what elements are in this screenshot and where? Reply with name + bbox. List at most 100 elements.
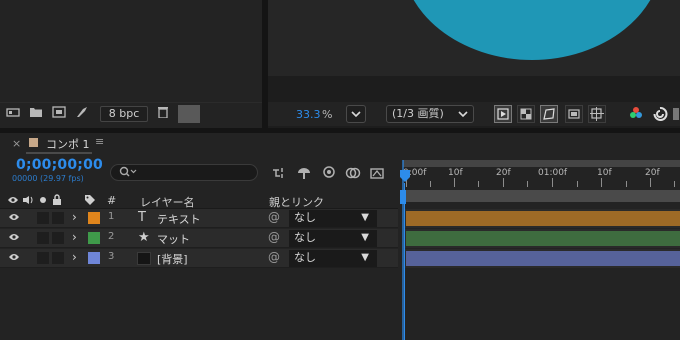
expand-chevron-icon[interactable]: › xyxy=(72,250,77,264)
playhead-handle-icon[interactable] xyxy=(399,169,411,183)
close-tab-icon[interactable]: × xyxy=(12,137,21,150)
layer-number: 3 xyxy=(108,251,115,262)
ruler-tick xyxy=(552,178,553,187)
color-channels-icon[interactable] xyxy=(628,105,644,123)
playhead-line[interactable] xyxy=(404,183,405,340)
color-swatch[interactable] xyxy=(178,105,200,123)
parent-value: なし xyxy=(294,211,316,224)
resolution-dropdown[interactable]: (1/3 画質) xyxy=(386,105,474,123)
eye-icon[interactable] xyxy=(8,211,20,223)
layer-number: 2 xyxy=(108,231,115,242)
project-settings-icon[interactable] xyxy=(75,106,89,118)
expand-chevron-icon[interactable]: › xyxy=(72,210,77,224)
draft-3d-icon[interactable] xyxy=(296,165,312,181)
label-tag-icon[interactable] xyxy=(84,194,96,206)
resolution-label: (1/3 画質) xyxy=(392,107,444,120)
current-timecode[interactable]: 0;00;00;00 xyxy=(16,157,103,173)
active-tab-underline xyxy=(26,152,92,154)
ruler-tick xyxy=(454,178,455,187)
ruler-tick xyxy=(674,181,675,187)
parent-dropdown[interactable]: なし ▼ xyxy=(289,210,377,227)
layer-label-color[interactable] xyxy=(88,232,100,244)
mask-visibility-icon[interactable] xyxy=(540,105,558,123)
layer-duration-bar[interactable] xyxy=(406,211,680,226)
ruler-tick xyxy=(430,181,431,187)
pick-whip-icon[interactable]: @ xyxy=(268,230,280,244)
grid-guides-icon[interactable] xyxy=(588,105,606,123)
lock-icon[interactable] xyxy=(52,194,62,206)
layer-label-color[interactable] xyxy=(88,212,100,224)
fast-preview-icon[interactable] xyxy=(494,105,512,123)
chevron-down-icon xyxy=(351,111,361,118)
chevron-down-icon: ▼ xyxy=(361,212,369,223)
audio-icon[interactable] xyxy=(22,195,34,205)
layer-label-color[interactable] xyxy=(88,252,100,264)
ruler-tick xyxy=(650,178,651,187)
ruler-tick xyxy=(577,181,578,187)
chevron-down-icon: ▼ xyxy=(361,252,369,263)
zoom-dropdown[interactable] xyxy=(346,105,366,123)
layer-duration-bar[interactable] xyxy=(406,251,680,266)
new-composition-icon[interactable] xyxy=(52,106,66,118)
bit-depth-button[interactable]: 8 bpc xyxy=(100,106,148,122)
reset-exposure-icon[interactable] xyxy=(652,105,668,123)
panel-menu-icon[interactable]: ≡ xyxy=(95,135,104,148)
ruler-tick xyxy=(478,181,479,187)
new-folder-icon[interactable] xyxy=(29,106,43,118)
eye-icon[interactable] xyxy=(7,195,19,205)
layer-duration-bar[interactable] xyxy=(406,231,680,246)
eye-icon[interactable] xyxy=(8,251,20,263)
ruler-label: 10f xyxy=(597,168,612,178)
composition-flowchart-icon[interactable] xyxy=(271,165,287,181)
tab-composition[interactable]: コンポ 1 xyxy=(46,136,90,152)
parent-value: なし xyxy=(294,231,316,244)
parent-value: なし xyxy=(294,251,316,264)
time-navigator[interactable] xyxy=(403,160,680,167)
solo-switch[interactable] xyxy=(37,212,49,224)
parent-link-column-header[interactable]: 親とリンク xyxy=(269,194,324,210)
ruler-tick xyxy=(503,178,504,187)
parent-dropdown[interactable]: なし ▼ xyxy=(289,250,377,267)
ruler-label: 10f xyxy=(448,168,463,178)
solo-switch[interactable] xyxy=(37,232,49,244)
motion-blur-icon[interactable] xyxy=(369,165,385,181)
interpret-footage-icon[interactable] xyxy=(6,106,20,118)
composition-canvas[interactable] xyxy=(268,0,680,76)
ruler-tick xyxy=(601,178,602,187)
pick-whip-icon[interactable]: @ xyxy=(268,250,280,264)
ruler-label: 01:00f xyxy=(538,168,568,178)
shape-layer-star-icon: ★ xyxy=(138,230,150,245)
shy-layers-icon[interactable] xyxy=(321,165,337,181)
chevron-down-icon xyxy=(458,111,468,118)
layer-row[interactable]: › 2 ★ マット @ なし ▼ xyxy=(0,229,398,248)
text-layer-icon: T xyxy=(138,210,146,225)
layer-name[interactable]: マット xyxy=(157,231,190,247)
exposure-icon[interactable] xyxy=(672,105,680,123)
expand-chevron-icon[interactable]: › xyxy=(72,230,77,244)
layer-row[interactable]: › 1 T テキスト @ なし ▼ xyxy=(0,209,398,228)
work-area-bar[interactable] xyxy=(403,190,680,202)
solo-switch[interactable] xyxy=(37,252,49,264)
lock-switch[interactable] xyxy=(52,252,64,264)
eye-icon[interactable] xyxy=(8,231,20,243)
trash-icon[interactable] xyxy=(156,106,170,118)
zoom-value[interactable]: 33.3 xyxy=(296,108,321,121)
zoom-unit: % xyxy=(322,108,333,121)
solid-layer-icon xyxy=(137,252,151,265)
layer-name-column-header[interactable]: レイヤー名 xyxy=(140,194,195,210)
layer-name[interactable]: [背景] xyxy=(157,251,188,267)
region-of-interest-icon[interactable] xyxy=(565,105,583,123)
lock-switch[interactable] xyxy=(52,212,64,224)
ruler-label: 20f xyxy=(496,168,511,178)
frame-blending-icon[interactable] xyxy=(345,165,361,181)
lock-switch[interactable] xyxy=(52,232,64,244)
parent-dropdown[interactable]: なし ▼ xyxy=(289,230,377,247)
pick-whip-icon[interactable]: @ xyxy=(268,210,280,224)
solo-icon[interactable] xyxy=(38,195,48,205)
ruler-tick xyxy=(626,181,627,187)
ruler-tick xyxy=(527,181,528,187)
layer-row[interactable]: › 3 [背景] @ なし ▼ xyxy=(0,249,398,268)
comp-circle-shape[interactable] xyxy=(401,0,663,60)
transparency-grid-icon[interactable] xyxy=(517,105,535,123)
layer-name[interactable]: テキスト xyxy=(157,211,201,227)
